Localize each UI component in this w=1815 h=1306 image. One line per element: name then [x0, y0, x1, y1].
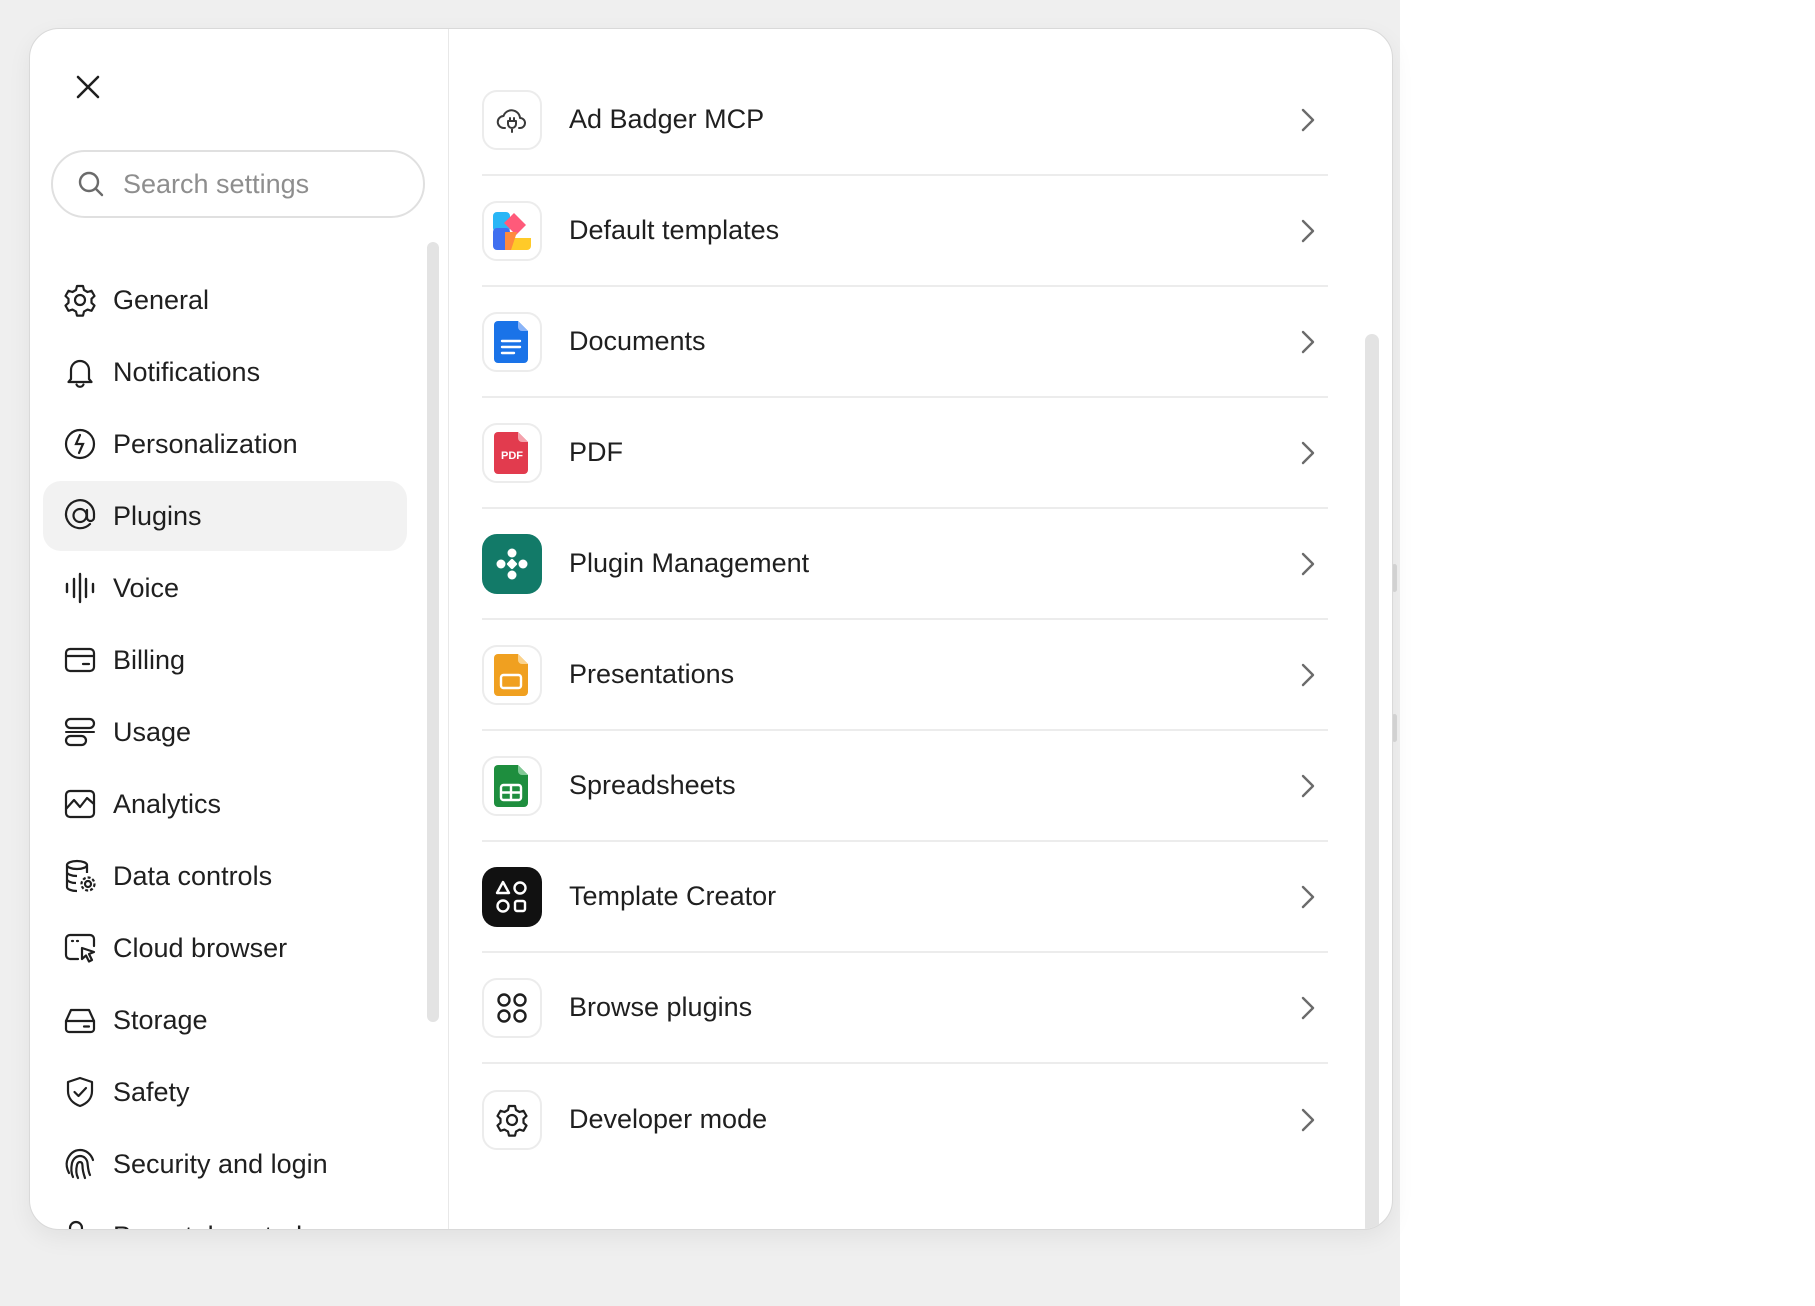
plugin-row-presentations[interactable]: Presentations: [482, 620, 1328, 731]
fingerprint-icon: [63, 1147, 97, 1181]
sidebar-item-label: Security and login: [113, 1148, 328, 1179]
plugin-label: Browse plugins: [569, 992, 753, 1022]
plugin-row-documents[interactable]: Documents: [482, 287, 1328, 398]
sidebar-item-label: Billing: [113, 644, 186, 675]
sidebar-item-notifications[interactable]: Notifications: [43, 337, 407, 407]
sidebar-item-plugins[interactable]: Plugins: [43, 481, 407, 551]
chevron-right-icon: [1301, 552, 1315, 575]
sidebar-item-label: Data controls: [113, 860, 273, 891]
search-icon: [78, 171, 104, 197]
plugins-panel: Ad Badger MCP Default templates Document…: [448, 29, 1392, 1229]
sidebar-item-data-controls[interactable]: Data controls: [43, 841, 407, 911]
plugin-label: Documents: [569, 326, 706, 356]
chevron-right-icon: [1301, 108, 1315, 131]
bell-icon: [63, 355, 97, 389]
sidebar-scrollbar[interactable]: [427, 242, 439, 1022]
gear-icon: [482, 1089, 542, 1150]
sidebar-item-label: Voice: [113, 572, 180, 603]
plugin-at-icon: [63, 499, 97, 533]
sidebar-item-billing[interactable]: Billing: [43, 625, 407, 695]
spreadsheet-icon: [482, 755, 542, 816]
personalization-icon: [63, 427, 97, 461]
sidebar-item-label: Notifications: [113, 356, 261, 387]
grid-circles-icon: [482, 977, 542, 1038]
voice-waveform-icon: [63, 571, 97, 605]
sidebar-item-label: Safety: [113, 1076, 190, 1107]
gear-icon: [63, 283, 97, 317]
plugin-label: Template Creator: [569, 881, 777, 911]
chevron-right-icon: [1301, 885, 1315, 908]
sidebar-item-usage[interactable]: Usage: [43, 697, 407, 767]
colorful-templates-icon: [482, 200, 542, 261]
pdf-icon: PDF: [482, 422, 542, 483]
chevron-right-icon: [1301, 663, 1315, 686]
sidebar-item-personalization[interactable]: Personalization: [43, 409, 407, 479]
shield-check-icon: [63, 1075, 97, 1109]
plugin-label: Ad Badger MCP: [569, 104, 765, 134]
plugin-row-developer-mode[interactable]: Developer mode: [482, 1064, 1328, 1175]
chevron-right-icon: [1301, 1108, 1315, 1131]
database-gear-icon: [63, 859, 97, 893]
user-lock-icon: [63, 1219, 97, 1229]
search-settings-input[interactable]: [121, 167, 405, 201]
plugin-label: Spreadsheets: [569, 770, 736, 800]
settings-sidebar: General Notifications: [30, 29, 449, 1229]
sidebar-item-general[interactable]: General: [43, 265, 407, 335]
sidebar-item-cloud-browser[interactable]: Cloud browser: [43, 913, 407, 983]
sidebar-item-label: General: [113, 284, 210, 315]
plugin-label: Plugin Management: [569, 548, 810, 578]
sidebar-item-label: Parental controls: [113, 1221, 316, 1230]
plugin-row-default-templates[interactable]: Default templates: [482, 176, 1328, 287]
plugin-list: Ad Badger MCP Default templates Document…: [482, 65, 1328, 1175]
document-icon: [482, 311, 542, 372]
close-button[interactable]: [66, 65, 110, 109]
pdf-icon-text: PDF: [501, 449, 523, 462]
sidebar-item-voice[interactable]: Voice: [43, 553, 407, 623]
plugin-row-browse-plugins[interactable]: Browse plugins: [482, 953, 1328, 1064]
chevron-right-icon: [1301, 996, 1315, 1019]
sidebar-item-analytics[interactable]: Analytics: [43, 769, 407, 839]
main-scrollbar[interactable]: [1365, 334, 1379, 1229]
chevron-right-icon: [1301, 441, 1315, 464]
analytics-chart-icon: [63, 787, 97, 821]
plugin-label: PDF: [569, 437, 623, 467]
sidebar-item-label: Analytics: [113, 788, 222, 819]
plugin-row-template-creator[interactable]: Template Creator: [482, 842, 1328, 953]
search-settings-field[interactable]: [51, 150, 425, 218]
plugin-row-ad-badger-mcp[interactable]: Ad Badger MCP: [482, 65, 1328, 176]
hard-drive-icon: [63, 1003, 97, 1037]
plugin-row-spreadsheets[interactable]: Spreadsheets: [482, 731, 1328, 842]
cloud-plug-icon: [482, 89, 542, 150]
cloud-browser-icon: [63, 931, 97, 965]
chevron-right-icon: [1301, 774, 1315, 797]
plugin-row-plugin-management[interactable]: Plugin Management: [482, 509, 1328, 620]
plugin-management-icon: [482, 533, 542, 594]
sidebar-item-label: Usage: [113, 716, 192, 747]
close-icon: [76, 75, 100, 99]
settings-dialog: General Notifications: [29, 28, 1393, 1230]
plugin-label: Default templates: [569, 215, 780, 245]
sidebar-item-label: Plugins: [113, 500, 202, 531]
sidebar-item-safety[interactable]: Safety: [43, 1057, 407, 1127]
template-creator-icon: [482, 866, 542, 927]
presentation-icon: [482, 644, 542, 705]
plugin-row-pdf[interactable]: PDF PDF: [482, 398, 1328, 509]
plugin-label: Presentations: [569, 659, 735, 689]
chevron-right-icon: [1301, 219, 1315, 242]
credit-card-icon: [63, 643, 97, 677]
usage-bars-icon: [63, 715, 97, 749]
chevron-right-icon: [1301, 330, 1315, 353]
sidebar-item-parental-controls[interactable]: Parental controls: [43, 1201, 407, 1230]
settings-nav: General Notifications Personalization Pl…: [43, 265, 407, 1230]
sidebar-item-storage[interactable]: Storage: [43, 985, 407, 1055]
sidebar-item-label: Storage: [113, 1004, 208, 1035]
plugin-label: Developer mode: [569, 1104, 768, 1134]
sidebar-item-label: Cloud browser: [113, 932, 288, 963]
sidebar-item-security-and-login[interactable]: Security and login: [43, 1129, 407, 1199]
sidebar-item-label: Personalization: [113, 428, 298, 459]
